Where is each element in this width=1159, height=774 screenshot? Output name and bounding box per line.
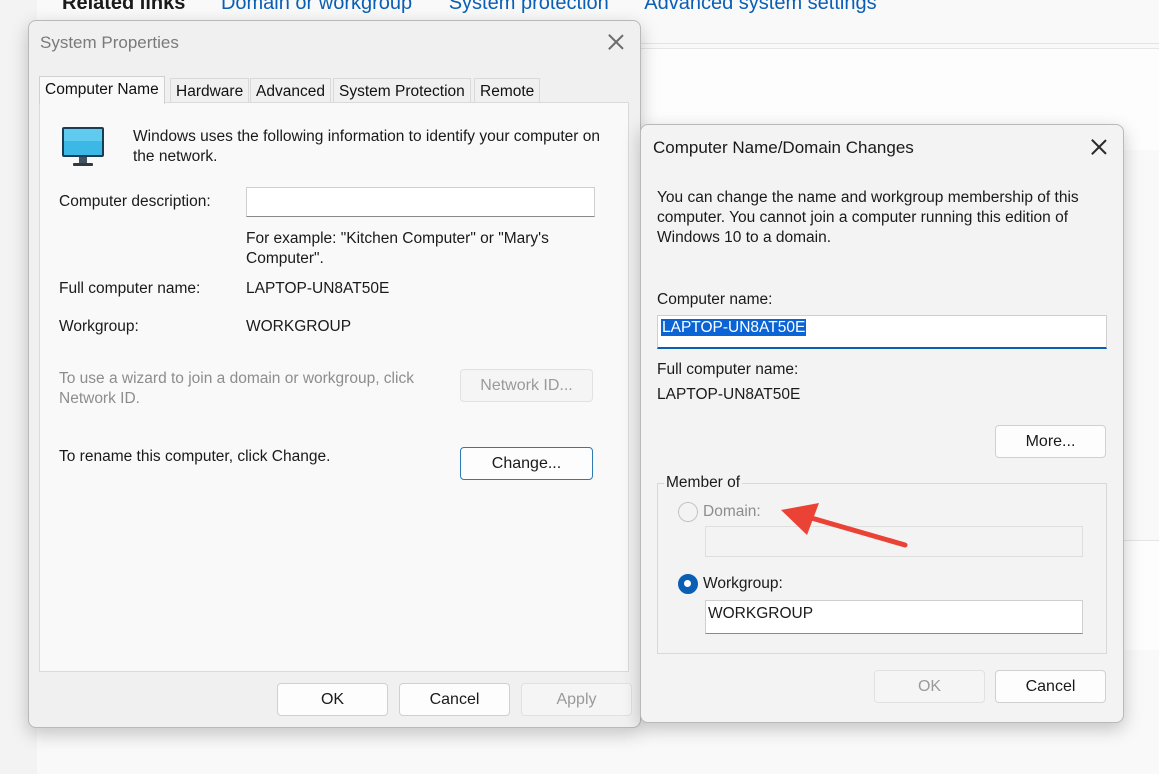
workgroup-radio[interactable] [678,574,698,594]
workgroup-label: Workgroup: [703,575,783,592]
intro-text: Windows uses the following information t… [133,128,600,165]
tab-computer-name[interactable]: Computer Name [39,76,165,104]
red-arrow-annotation [781,503,908,548]
computer-name-value: LAPTOP-UN8AT50E [661,319,807,336]
full-computer-name-label: Full computer name: [59,280,201,297]
wizard-text: To use a wizard to join a domain or work… [59,370,414,407]
change-button[interactable]: Change... [460,447,593,480]
computer-name-label: Computer name: [657,291,773,308]
tab-advanced[interactable]: Advanced [250,78,331,103]
dialog-title: Computer Name/Domain Changes [653,138,914,157]
tab-hardware[interactable]: Hardware [170,78,250,103]
computer-name-domain-changes-dialog: Computer Name/Domain Changes You can cha… [640,124,1124,723]
workgroup-input[interactable]: WORKGROUP [705,600,1083,634]
network-id-button[interactable]: Network ID... [460,369,593,402]
link-domain-or-workgroup[interactable]: Domain or workgroup [221,0,412,14]
full-computer-name-value: LAPTOP-UN8AT50E [657,386,801,403]
computer-description-label: Computer description: [59,193,211,210]
tab-remote[interactable]: Remote [474,78,541,103]
cancel-button[interactable]: Cancel [995,670,1106,703]
close-icon[interactable] [606,32,626,52]
link-advanced-system-settings[interactable]: Advanced system settings [644,0,876,14]
full-computer-name-label: Full computer name: [657,361,799,378]
computer-name-input[interactable]: LAPTOP-UN8AT50E [657,315,1107,349]
member-of-label: Member of [664,473,743,493]
related-links-bar: Related links Domain or workgroup System… [62,0,908,15]
computer-description-input[interactable] [246,187,595,217]
title-bar: Computer Name/Domain Changes [641,125,1123,169]
rename-text: To rename this computer, click Change. [59,448,331,465]
ok-button[interactable]: OK [277,683,388,716]
ok-button[interactable]: OK [874,670,985,703]
apply-button[interactable]: Apply [521,683,632,716]
workgroup-value: WORKGROUP [708,605,814,622]
system-properties-dialog: System Properties Computer Name Hardware… [28,20,641,728]
more-button[interactable]: More... [995,425,1106,458]
domain-radio[interactable] [678,502,698,522]
link-system-protection[interactable]: System protection [449,0,609,14]
close-icon[interactable] [1089,137,1109,157]
example-text: For example: "Kitchen Computer" or "Mary… [246,230,549,267]
domain-label: Domain: [703,503,761,520]
divider [640,43,1159,44]
description-text: You can change the name and workgroup me… [657,189,1079,246]
computer-name-panel: Windows uses the following information t… [39,102,629,672]
dialog-title: System Properties [40,33,179,52]
full-computer-name-value: LAPTOP-UN8AT50E [246,280,390,297]
workgroup-value: WORKGROUP [246,318,352,335]
monitor-icon [62,127,104,166]
tab-system-protection[interactable]: System Protection [333,78,471,103]
title-bar: System Properties [29,21,640,65]
related-links-heading: Related links [62,0,186,14]
workgroup-label: Workgroup: [59,318,139,335]
cancel-button[interactable]: Cancel [399,683,510,716]
